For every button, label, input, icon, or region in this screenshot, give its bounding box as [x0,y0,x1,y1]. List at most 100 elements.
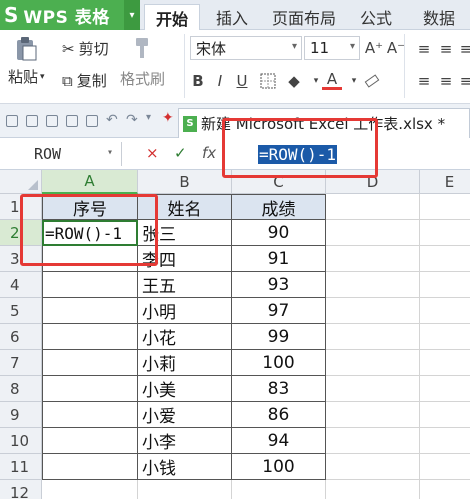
align-right-icon[interactable]: ≡ [456,70,470,92]
cell-a6[interactable] [42,324,138,350]
cell-e8[interactable] [420,376,470,402]
confirm-edit-icon[interactable]: ✓ [174,144,187,162]
row-header-10[interactable]: 10 [0,428,42,454]
cell-e5[interactable] [420,298,470,324]
print-icon[interactable] [66,115,78,127]
cell-e1[interactable] [420,194,470,220]
align-center-icon[interactable]: ≡ [436,70,456,92]
align-left-icon[interactable]: ≡ [414,70,434,92]
cell-a9[interactable] [42,402,138,428]
cell-d1[interactable] [326,194,420,220]
cell-c11[interactable]: 100 [232,454,326,480]
cell-c4[interactable]: 93 [232,272,326,298]
font-name-select[interactable]: 宋体 ▾ [190,36,302,60]
tab-data[interactable]: 数据 [408,4,470,30]
cell-b5[interactable]: 小明 [138,298,232,324]
cell-e7[interactable] [420,350,470,376]
cancel-edit-icon[interactable]: × [146,144,159,162]
paste-button[interactable]: 粘贴 ▾ [8,66,45,87]
cell-e3[interactable] [420,246,470,272]
copy-button[interactable]: ⧉ 复制 [62,70,107,91]
chevron-down-icon[interactable]: ▾ [107,147,113,158]
brush-icon[interactable] [130,36,152,60]
cell-d9[interactable] [326,402,420,428]
app-menu-dropdown-icon[interactable]: ▾ [124,0,140,30]
cell-a12[interactable] [42,480,138,499]
redo-icon[interactable]: ↷ [126,112,138,128]
fill-color-icon[interactable]: ◆ [284,70,304,92]
cell-a10[interactable] [42,428,138,454]
italic-button[interactable]: I [210,70,230,92]
tab-home[interactable]: 开始 [144,4,200,30]
column-header-e[interactable]: E [420,170,470,194]
row-header-7[interactable]: 7 [0,350,42,376]
tab-page-layout[interactable]: 页面布局 [264,4,344,30]
paste-icon[interactable] [14,36,38,62]
cell-d3[interactable] [326,246,420,272]
cell-d5[interactable] [326,298,420,324]
cell-d6[interactable] [326,324,420,350]
app-menu-button[interactable]: S WPS 表格 ▾ [0,0,140,30]
undo-icon[interactable]: ↶ [106,112,118,128]
name-box[interactable]: ROW ▾ [0,142,122,166]
paste-dropdown-icon[interactable]: ▾ [40,72,45,82]
cell-e11[interactable] [420,454,470,480]
shrink-font-icon[interactable]: A⁻ [386,37,406,59]
open-folder-icon[interactable] [6,115,18,127]
cell-c9[interactable]: 86 [232,402,326,428]
row-header-5[interactable]: 5 [0,298,42,324]
cell-b4[interactable]: 王五 [138,272,232,298]
cell-c5[interactable]: 97 [232,298,326,324]
font-size-select[interactable]: 11 ▾ [304,36,360,60]
bold-button[interactable]: B [188,70,208,92]
font-color-icon[interactable]: A [322,70,342,90]
clear-format-icon[interactable] [362,70,382,92]
cell-a4[interactable] [42,272,138,298]
cell-e2[interactable] [420,220,470,246]
cell-b11[interactable]: 小钱 [138,454,232,480]
preview-icon[interactable] [86,115,98,127]
cell-b12[interactable] [138,480,232,499]
cell-b6[interactable]: 小花 [138,324,232,350]
insert-function-icon[interactable]: fx [202,144,216,162]
cell-c6[interactable]: 99 [232,324,326,350]
cell-c2[interactable]: 90 [232,220,326,246]
spreadsheet-grid[interactable]: A B C D E 1 序号 姓名 成绩 2 =ROW()-1 张三 90 3 李四 91 4 王五 93… [0,170,470,499]
column-header-b[interactable]: B [138,170,232,194]
cell-d10[interactable] [326,428,420,454]
row-header-4[interactable]: 4 [0,272,42,298]
cell-b8[interactable]: 小美 [138,376,232,402]
cell-b10[interactable]: 小李 [138,428,232,454]
cell-e10[interactable] [420,428,470,454]
pin-icon[interactable]: ✦ [162,110,174,126]
print-preview-icon[interactable] [46,115,58,127]
column-header-a[interactable]: A [42,170,138,194]
row-header-8[interactable]: 8 [0,376,42,402]
row-header-11[interactable]: 11 [0,454,42,480]
row-header-6[interactable]: 6 [0,324,42,350]
cell-a11[interactable] [42,454,138,480]
cell-d12[interactable] [326,480,420,499]
save-icon[interactable] [26,115,38,127]
cell-b7[interactable]: 小莉 [138,350,232,376]
cell-c12[interactable] [232,480,326,499]
format-painter-button[interactable]: 格式刷 [120,68,165,89]
align-middle-icon[interactable]: ≡ [436,38,456,60]
align-top-icon[interactable]: ≡ [414,38,434,60]
cell-e6[interactable] [420,324,470,350]
cell-c10[interactable]: 94 [232,428,326,454]
cell-a5[interactable] [42,298,138,324]
row-header-9[interactable]: 9 [0,402,42,428]
cell-e4[interactable] [420,272,470,298]
borders-icon[interactable] [258,70,278,92]
cell-a7[interactable] [42,350,138,376]
cell-c7[interactable]: 100 [232,350,326,376]
cell-b9[interactable]: 小爱 [138,402,232,428]
cell-d7[interactable] [326,350,420,376]
cell-e12[interactable] [420,480,470,499]
cell-d2[interactable] [326,220,420,246]
align-bottom-icon[interactable]: ≡ [456,38,470,60]
cell-d8[interactable] [326,376,420,402]
grow-font-icon[interactable]: A⁺ [364,37,384,59]
cell-c8[interactable]: 83 [232,376,326,402]
